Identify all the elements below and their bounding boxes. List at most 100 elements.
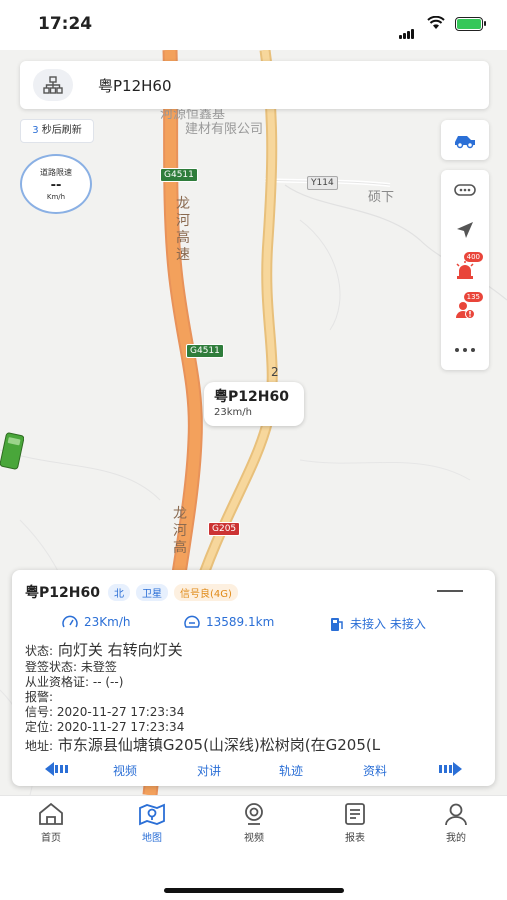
speed-limit-unit: Km/h bbox=[46, 193, 66, 201]
refresh-count: 3 bbox=[32, 125, 39, 136]
satellite-tag: 卫星 bbox=[135, 583, 168, 601]
alarm-button[interactable]: 400 bbox=[441, 250, 489, 290]
refresh-countdown[interactable]: 3 秒后刷新 bbox=[20, 119, 94, 143]
direction-tag: 北 bbox=[107, 583, 130, 601]
speed-stat: 23Km/h bbox=[62, 615, 130, 629]
user-icon bbox=[445, 803, 467, 826]
collapse-panel-button[interactable] bbox=[437, 590, 463, 592]
signal-label: 信号: bbox=[25, 705, 54, 719]
address-value: 市东源县仙塘镇G205(山深线)松树岗(在G205(L bbox=[57, 736, 381, 754]
alarm-count-badge: 400 bbox=[463, 252, 483, 262]
vehicle-marker-icon[interactable] bbox=[0, 432, 24, 470]
speed-limit-value: -- bbox=[50, 178, 62, 193]
cert-row: 从业资格证: -- (--) bbox=[25, 675, 380, 690]
next-arrow-icon[interactable] bbox=[438, 762, 462, 776]
poi-label-line1: 河源恒鑫基 bbox=[160, 107, 226, 122]
alarm-label: 报警: bbox=[25, 690, 54, 704]
vehicle-plate-title: 粤P12H60 bbox=[98, 77, 172, 95]
poi-label-line2: 建材有限公司 bbox=[185, 122, 264, 137]
road-shield-y114: Y114 bbox=[307, 176, 338, 190]
signal-row: 信号: 2020-11-27 17:23:34 bbox=[25, 705, 380, 720]
map-tools-panel: 400 135 bbox=[441, 170, 489, 370]
traffic-icon bbox=[454, 184, 476, 196]
sign-label: 登签状态: bbox=[25, 660, 78, 674]
signal-value: 2020-11-27 17:23:34 bbox=[56, 705, 185, 719]
bottom-tab-bar: 首页 地图 视频 报表 我的 bbox=[0, 795, 507, 900]
more-button[interactable] bbox=[441, 330, 489, 370]
place-label: 硕下 bbox=[368, 190, 395, 205]
tab-home-label: 首页 bbox=[41, 833, 61, 844]
road-shield-g205: G205 bbox=[208, 522, 241, 536]
vehicle-info-panel: 粤P12H60 北 卫星 信号良(4G) 23Km/h 13589.1km 未接… bbox=[12, 570, 495, 786]
address-row: 地址: 市东源县仙塘镇G205(山深线)松树岗(在G205(L bbox=[25, 735, 380, 755]
signal-tag: 信号良(4G) bbox=[173, 583, 238, 601]
panel-actions: 视频 对讲 轨迹 资料 bbox=[12, 759, 495, 779]
tab-home[interactable]: 首页 bbox=[21, 802, 81, 844]
road-shield-g4511-mid: G4511 bbox=[186, 344, 224, 358]
driver-warning-icon bbox=[456, 302, 475, 319]
talk-action[interactable]: 对讲 bbox=[197, 762, 221, 779]
poi-label: 河源恒鑫基 建材有限公司 bbox=[160, 107, 263, 137]
home-indicator bbox=[164, 888, 344, 893]
road-shield-g4511-top: G4511 bbox=[160, 168, 198, 182]
status-value: 向灯关 右转向灯关 bbox=[57, 641, 183, 659]
video-action[interactable]: 视频 bbox=[113, 762, 137, 779]
fuel-stat: 未接入 未接入 bbox=[330, 615, 426, 632]
cert-value: -- (--) bbox=[92, 675, 124, 689]
fuel-icon bbox=[331, 617, 343, 631]
locate-label: 定位: bbox=[25, 720, 54, 734]
org-tree-icon[interactable] bbox=[33, 69, 73, 101]
info-action[interactable]: 资料 bbox=[363, 762, 387, 779]
status-row: 状态: 向灯关 右转向灯关 bbox=[25, 640, 380, 660]
locate-value: 2020-11-27 17:23:34 bbox=[56, 720, 185, 734]
tab-video[interactable]: 视频 bbox=[224, 802, 284, 844]
camera-icon bbox=[245, 803, 263, 825]
fuel-stat-value: 未接入 未接入 bbox=[350, 617, 426, 631]
tab-profile[interactable]: 我的 bbox=[426, 802, 486, 844]
more-icon bbox=[455, 348, 475, 352]
car-icon bbox=[455, 136, 475, 149]
mileage-stat: 13589.1km bbox=[184, 615, 274, 629]
sign-row: 登签状态: 未登签 bbox=[25, 660, 380, 675]
status-time: 17:24 bbox=[38, 14, 93, 34]
navigation-arrow-icon bbox=[457, 222, 473, 238]
driver-alert-badge: 135 bbox=[463, 292, 483, 302]
siren-icon bbox=[456, 261, 474, 279]
status-bar: 17:24 bbox=[0, 0, 507, 50]
speed-stat-value: 23Km/h bbox=[84, 615, 131, 629]
callout-speed: 23km/h bbox=[214, 407, 252, 418]
driver-alert-button[interactable]: 135 bbox=[441, 290, 489, 330]
tab-report[interactable]: 报表 bbox=[325, 802, 385, 844]
vehicle-header-card[interactable]: 粤P12H60 bbox=[20, 61, 489, 109]
alarm-row: 报警: bbox=[25, 690, 380, 705]
vehicle-callout[interactable]: 粤P12H60 23km/h bbox=[204, 382, 304, 426]
callout-plate: 粤P12H60 bbox=[214, 389, 289, 405]
tab-map[interactable]: 地图 bbox=[122, 802, 182, 844]
vehicle-mode-button[interactable] bbox=[441, 120, 489, 160]
previous-arrow-icon[interactable] bbox=[45, 762, 69, 776]
cert-label: 从业资格证: bbox=[25, 675, 90, 689]
map-icon bbox=[139, 803, 165, 826]
panel-plate: 粤P12H60 bbox=[25, 585, 100, 601]
mileage-stat-value: 13589.1km bbox=[206, 615, 275, 629]
speedometer-icon bbox=[62, 615, 78, 628]
tab-profile-label: 我的 bbox=[446, 833, 466, 844]
battery-icon bbox=[455, 17, 486, 31]
tab-video-label: 视频 bbox=[244, 833, 264, 844]
report-icon bbox=[345, 803, 365, 825]
speed-limit-indicator: 道路限速 -- Km/h bbox=[20, 154, 92, 214]
expressway-label-bottom: 龙河高 bbox=[173, 506, 187, 556]
road-number-label: 2 bbox=[271, 365, 279, 379]
sign-value: 未登签 bbox=[80, 660, 117, 674]
odometer-icon bbox=[184, 615, 200, 628]
wifi-icon bbox=[427, 16, 445, 29]
tab-report-label: 报表 bbox=[345, 833, 365, 844]
locate-row: 定位: 2020-11-27 17:23:34 bbox=[25, 720, 380, 735]
track-action[interactable]: 轨迹 bbox=[279, 762, 303, 779]
locate-button[interactable] bbox=[441, 210, 489, 250]
home-icon bbox=[39, 802, 63, 825]
cellular-signal-icon bbox=[399, 20, 415, 39]
road-condition-button[interactable] bbox=[441, 170, 489, 210]
tab-map-label: 地图 bbox=[142, 833, 162, 844]
expressway-label-top: 龙河高速 bbox=[176, 196, 190, 263]
